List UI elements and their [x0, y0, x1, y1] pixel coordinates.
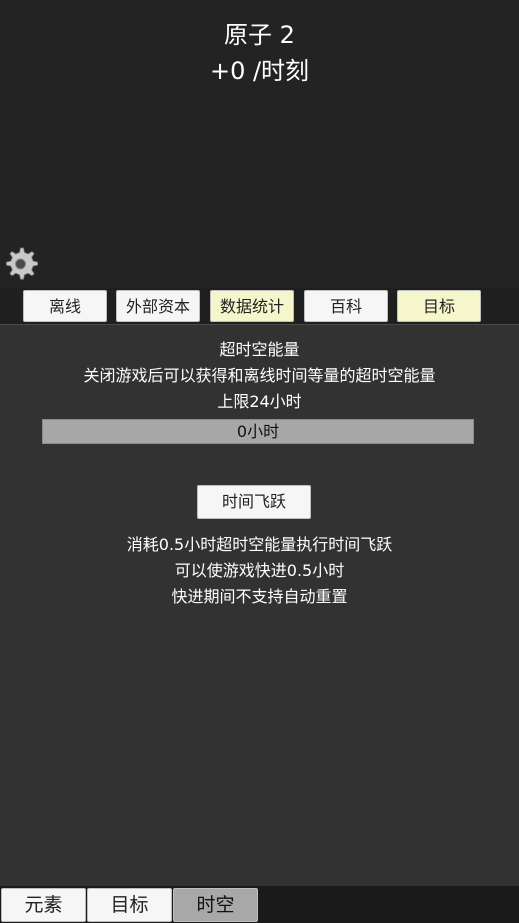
bottom-tab-goals[interactable]: 目标 [87, 888, 172, 922]
time-leap-button[interactable]: 时间飞跃 [197, 485, 311, 519]
tab-offline[interactable]: 离线 [23, 290, 107, 322]
tab-bar: 离线 外部资本 数据统计 百科 目标 [0, 288, 519, 324]
gear-icon[interactable] [4, 246, 40, 282]
tab-goals[interactable]: 目标 [397, 290, 481, 322]
leap-info-line-2: 可以使游戏快进0.5小时 [174, 561, 345, 580]
tab-statistics[interactable]: 数据统计 [210, 290, 294, 322]
offline-panel: 超时空能量 关闭游戏后可以获得和离线时间等量的超时空能量 上限24小时 0小时 … [0, 324, 519, 887]
leap-info-line-3: 快进期间不支持自动重置 [171, 587, 348, 606]
bottom-nav: 元素 目标 时空 [0, 886, 519, 923]
atom-count-title: 原子 2 [224, 21, 295, 49]
bottom-tab-elements[interactable]: 元素 [1, 888, 86, 922]
energy-limit: 上限24小时 [217, 392, 302, 411]
energy-title: 超时空能量 [219, 340, 300, 359]
top-area: 原子 2 +0 /时刻 [0, 0, 519, 288]
energy-progress-text: 0小时 [236, 422, 280, 441]
tab-external-capital[interactable]: 外部资本 [116, 290, 200, 322]
energy-progress-bar: 0小时 [42, 419, 474, 444]
leap-info-line-1: 消耗0.5小时超时空能量执行时间飞跃 [126, 535, 393, 554]
energy-description: 关闭游戏后可以获得和离线时间等量的超时空能量 [83, 366, 436, 385]
atom-rate: +0 /时刻 [209, 57, 310, 85]
tab-encyclopedia[interactable]: 百科 [304, 290, 388, 322]
bottom-tab-spacetime[interactable]: 时空 [173, 888, 258, 922]
